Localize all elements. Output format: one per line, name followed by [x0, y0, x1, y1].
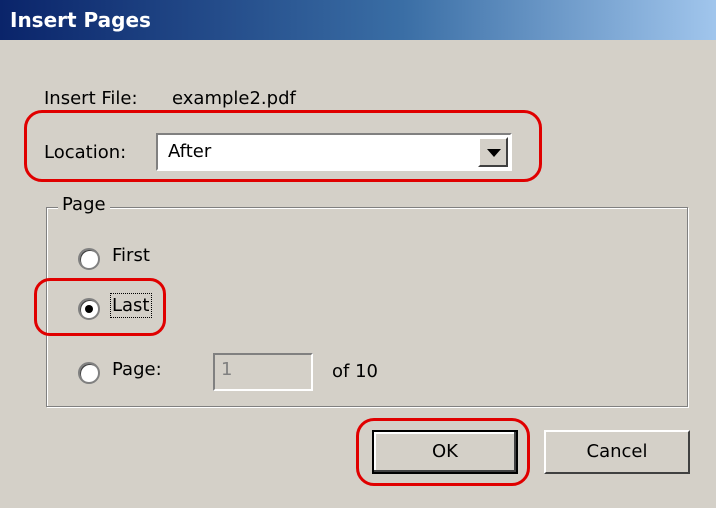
radio-first[interactable] — [78, 248, 100, 270]
page-number-input[interactable]: 1 — [213, 353, 313, 391]
cancel-button[interactable]: Cancel — [544, 430, 690, 474]
insert-pages-dialog: Insert Pages Insert File: example2.pdf L… — [0, 0, 716, 508]
radio-last-label[interactable]: Last — [110, 293, 152, 318]
page-count-label: of 10 — [332, 361, 378, 382]
page-group-legend: Page — [58, 194, 110, 215]
location-dropdown[interactable]: After — [156, 133, 512, 171]
radio-page-label[interactable]: Page: — [112, 359, 162, 380]
chevron-down-icon — [487, 149, 501, 157]
location-selected-value: After — [168, 141, 212, 162]
insert-file-value: example2.pdf — [172, 88, 296, 109]
location-label: Location: — [44, 142, 127, 163]
radio-selected-dot — [85, 305, 93, 313]
title-bar[interactable]: Insert Pages — [0, 0, 716, 40]
radio-first-label[interactable]: First — [112, 245, 150, 266]
radio-page[interactable] — [78, 362, 100, 384]
dropdown-button[interactable] — [478, 137, 508, 167]
dialog-title: Insert Pages — [10, 8, 151, 32]
insert-file-label: Insert File: — [44, 88, 138, 109]
ok-button[interactable]: OK — [372, 430, 518, 474]
radio-last[interactable] — [78, 298, 100, 320]
